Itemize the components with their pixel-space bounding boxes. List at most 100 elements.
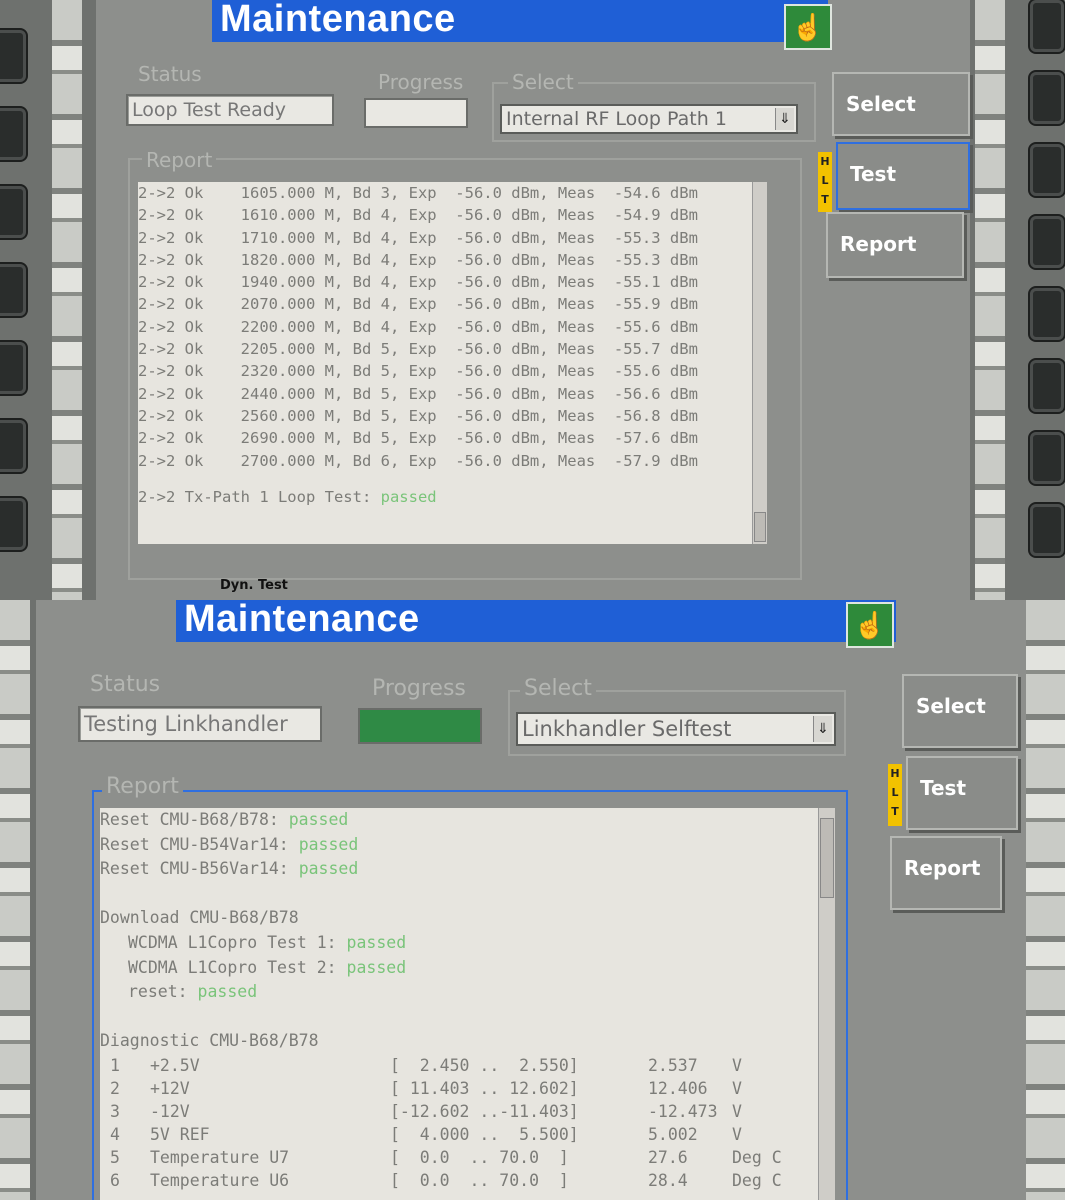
report-line-text: Reset CMU-B54Var14: bbox=[100, 834, 299, 854]
bottom-screenshot: Maintenance ☝ Status Testing Linkhandler… bbox=[0, 600, 1065, 1200]
diagnostic-row: 3 -12V [-12.602 ..-11.403] -12.473 V bbox=[100, 1100, 818, 1123]
hardware-key[interactable] bbox=[1030, 0, 1064, 52]
window-title: Maintenance bbox=[176, 600, 896, 642]
select-label: Select bbox=[508, 70, 578, 94]
diagnostic-unit: V bbox=[732, 1101, 742, 1121]
diagnostic-unit: Deg C bbox=[732, 1147, 782, 1167]
diagnostic-unit: V bbox=[732, 1055, 742, 1075]
hardware-key[interactable] bbox=[0, 30, 26, 82]
report-line-result: passed bbox=[346, 932, 407, 952]
hardware-key[interactable] bbox=[0, 186, 26, 238]
hardware-key[interactable] bbox=[1030, 360, 1064, 412]
hardware-key[interactable] bbox=[0, 342, 26, 394]
select-softkey[interactable]: Select bbox=[832, 72, 970, 136]
page-title: Maintenance bbox=[184, 600, 420, 640]
report-line-result: passed bbox=[298, 859, 359, 879]
progress-bar bbox=[364, 98, 468, 128]
report-line-text: Reset CMU-B56Var14: bbox=[100, 859, 299, 879]
report-row: 2->2 Ok 2560.000 M, Bd 5, Exp -56.0 dBm,… bbox=[138, 406, 698, 425]
pointing-hand-icon[interactable]: ☝ bbox=[784, 4, 832, 50]
progress-label: Progress bbox=[372, 676, 466, 701]
test-softkey[interactable]: HLT Test bbox=[818, 142, 970, 212]
status-label: Status bbox=[138, 62, 202, 86]
progress-label: Progress bbox=[378, 70, 464, 94]
report-scrollbar[interactable] bbox=[818, 808, 835, 1200]
report-softkey[interactable]: Report bbox=[890, 836, 1002, 910]
scrollbar-thumb[interactable] bbox=[754, 512, 766, 542]
diagnostic-value: 28.4 bbox=[648, 1170, 688, 1190]
report-text-area[interactable]: 2->2 Ok 1605.000 M, Bd 3, Exp -56.0 dBm,… bbox=[138, 182, 758, 544]
hardware-key[interactable] bbox=[0, 264, 26, 316]
report-row: 2->2 Ok 2205.000 M, Bd 5, Exp -56.0 dBm,… bbox=[138, 340, 698, 359]
hardware-key[interactable] bbox=[1030, 504, 1064, 556]
report-line-text: WCDMA L1Copro Test 2: bbox=[128, 957, 347, 977]
diagnostic-range: [ 2.450 .. 2.550] bbox=[390, 1055, 579, 1075]
page-title: Maintenance bbox=[220, 0, 456, 40]
report-row: 2->2 Ok 1605.000 M, Bd 3, Exp -56.0 dBm,… bbox=[138, 184, 698, 202]
report-row: 2->2 Ok 2200.000 M, Bd 4, Exp -56.0 dBm,… bbox=[138, 317, 698, 336]
hardware-key[interactable] bbox=[0, 108, 26, 160]
diagnostic-num: 2 bbox=[110, 1078, 120, 1098]
hlt-badge: HLT bbox=[888, 764, 902, 826]
diagnostic-range: [ 4.000 .. 5.500] bbox=[390, 1124, 579, 1144]
diagnostic-name: Temperature U7 bbox=[150, 1147, 290, 1167]
report-row: 2->2 Ok 2070.000 M, Bd 4, Exp -56.0 dBm,… bbox=[138, 295, 698, 314]
report-row: 2->2 Ok 2320.000 M, Bd 5, Exp -56.0 dBm,… bbox=[138, 362, 698, 381]
status-label: Status bbox=[90, 672, 161, 697]
hardware-key[interactable] bbox=[1030, 216, 1064, 268]
report-scrollbar[interactable] bbox=[752, 182, 767, 544]
diagnostic-num: 1 bbox=[110, 1055, 120, 1075]
report-line-result: passed bbox=[346, 957, 407, 977]
hardware-key[interactable] bbox=[0, 498, 26, 550]
report-row: 2->2 Ok 1940.000 M, Bd 4, Exp -56.0 dBm,… bbox=[138, 273, 698, 292]
progress-fill bbox=[360, 710, 480, 742]
report-line: Download CMU-B68/B78 bbox=[100, 906, 818, 931]
dropdown-arrow-icon[interactable]: ⇓ bbox=[813, 716, 832, 742]
report-rows: 2->2 Ok 1605.000 M, Bd 3, Exp -56.0 dBm,… bbox=[138, 182, 758, 472]
softkey-label: Report bbox=[904, 856, 981, 880]
report-line-text: reset: bbox=[128, 982, 198, 1002]
softkey-label: Select bbox=[916, 694, 986, 718]
report-label: Report bbox=[142, 148, 217, 172]
hardware-key[interactable] bbox=[1030, 288, 1064, 340]
diagnostic-value: 2.537 bbox=[648, 1055, 698, 1075]
diagnostic-row: 1 +2.5V [ 2.450 .. 2.550] 2.537 V bbox=[100, 1054, 818, 1077]
hardware-key[interactable] bbox=[0, 420, 26, 472]
diagnostic-unit: V bbox=[732, 1124, 742, 1144]
diagnostics-table: 1 +2.5V [ 2.450 .. 2.550] 2.537 V 2 +12V [ 11.4… bbox=[100, 1054, 818, 1192]
report-line: WCDMA L1Copro Test 2: passed bbox=[100, 956, 818, 981]
report-softkey[interactable]: Report bbox=[826, 212, 964, 278]
diagnostic-row: 5 Temperature U7 [ 0.0 .. 70.0 ] 27.6 Deg C bbox=[100, 1146, 818, 1169]
dropdown-arrow-icon[interactable]: ⇓ bbox=[775, 108, 794, 130]
report-row: 2->2 Ok 1820.000 M, Bd 4, Exp -56.0 dBm,… bbox=[138, 250, 698, 269]
diagnostic-range: [ 11.403 .. 12.602] bbox=[390, 1078, 579, 1098]
select-dropdown-value: Internal RF Loop Path 1 bbox=[506, 108, 727, 130]
select-dropdown[interactable]: Linkhandler Selftest ⇓ bbox=[516, 712, 836, 746]
diagnostic-value: -12.473 bbox=[648, 1101, 718, 1121]
diagnostic-name: +12V bbox=[150, 1078, 190, 1098]
hardware-key[interactable] bbox=[1030, 144, 1064, 196]
select-softkey[interactable]: Select bbox=[902, 674, 1018, 748]
hardware-key[interactable] bbox=[1030, 72, 1064, 124]
diagnostic-num: 5 bbox=[110, 1147, 120, 1167]
scrollbar-thumb[interactable] bbox=[820, 818, 834, 898]
diagnostic-num: 3 bbox=[110, 1101, 120, 1121]
select-dropdown[interactable]: Internal RF Loop Path 1 ⇓ bbox=[500, 104, 798, 134]
diagnostic-range: [ 0.0 .. 70.0 ] bbox=[390, 1170, 569, 1190]
pointing-hand-icon[interactable]: ☝ bbox=[846, 602, 894, 648]
report-line-text: Download CMU-B68/B78 bbox=[100, 908, 299, 928]
report-line-result: passed bbox=[298, 834, 359, 854]
report-label: Report bbox=[102, 774, 183, 799]
diagnostic-unit: V bbox=[732, 1078, 742, 1098]
report-line: Reset CMU-B54Var14: passed bbox=[100, 833, 818, 858]
diagnostic-unit: Deg C bbox=[732, 1170, 782, 1190]
report-text-area[interactable]: Reset CMU-B68/B78: passed Reset CMU-B54Va… bbox=[100, 808, 818, 1200]
test-softkey[interactable]: HLT Test bbox=[888, 756, 1018, 830]
diagnostic-value: 12.406 bbox=[648, 1078, 708, 1098]
diagnostic-value: 27.6 bbox=[648, 1147, 688, 1167]
diagnostic-num: 4 bbox=[110, 1124, 120, 1144]
report-row: 2->2 Ok 1610.000 M, Bd 4, Exp -56.0 dBm,… bbox=[138, 206, 698, 225]
hardware-key[interactable] bbox=[1030, 432, 1064, 484]
softkey-label: Report bbox=[840, 232, 917, 256]
tab-dyn-test[interactable]: Dyn. Test bbox=[220, 578, 288, 593]
